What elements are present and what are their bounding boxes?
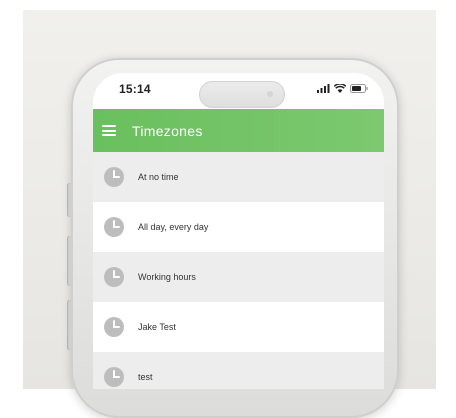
timezone-name: At no time <box>138 172 179 182</box>
clock-icon <box>104 317 124 337</box>
list-item[interactable]: Jake Test <box>93 302 384 352</box>
camera-dot <box>267 91 273 97</box>
status-time: 15:14 <box>119 82 151 96</box>
list-item[interactable]: At no time <box>93 152 384 202</box>
phone-volume-down-button <box>67 300 72 350</box>
page-title: Timezones <box>132 122 203 139</box>
clock-icon <box>104 217 124 237</box>
list-item[interactable]: Working hours <box>93 252 384 302</box>
phone-volume-up-button <box>67 236 72 286</box>
timezone-name: All day, every day <box>138 222 209 232</box>
phone-mute-switch <box>67 183 72 217</box>
battery-icon <box>350 84 368 93</box>
status-icons <box>317 84 368 93</box>
clock-icon <box>104 267 124 287</box>
hamburger-menu-icon[interactable] <box>102 125 116 136</box>
list-item[interactable]: All day, every day <box>93 202 384 252</box>
timezone-name: test <box>138 372 153 382</box>
wifi-icon <box>334 84 346 93</box>
list-item[interactable]: test <box>93 352 384 389</box>
clock-icon <box>104 367 124 387</box>
timezone-name: Jake Test <box>138 322 176 332</box>
timezone-list: At no time All day, every day Working ho… <box>93 152 384 389</box>
phone-screen: 15:14 Timezones At no time All day, ever… <box>93 73 384 389</box>
timezone-name: Working hours <box>138 272 196 282</box>
app-bar: Timezones <box>93 109 384 152</box>
signal-icon <box>317 84 330 93</box>
clock-icon <box>104 167 124 187</box>
dynamic-island <box>199 81 285 108</box>
status-bar: 15:14 <box>93 73 384 109</box>
